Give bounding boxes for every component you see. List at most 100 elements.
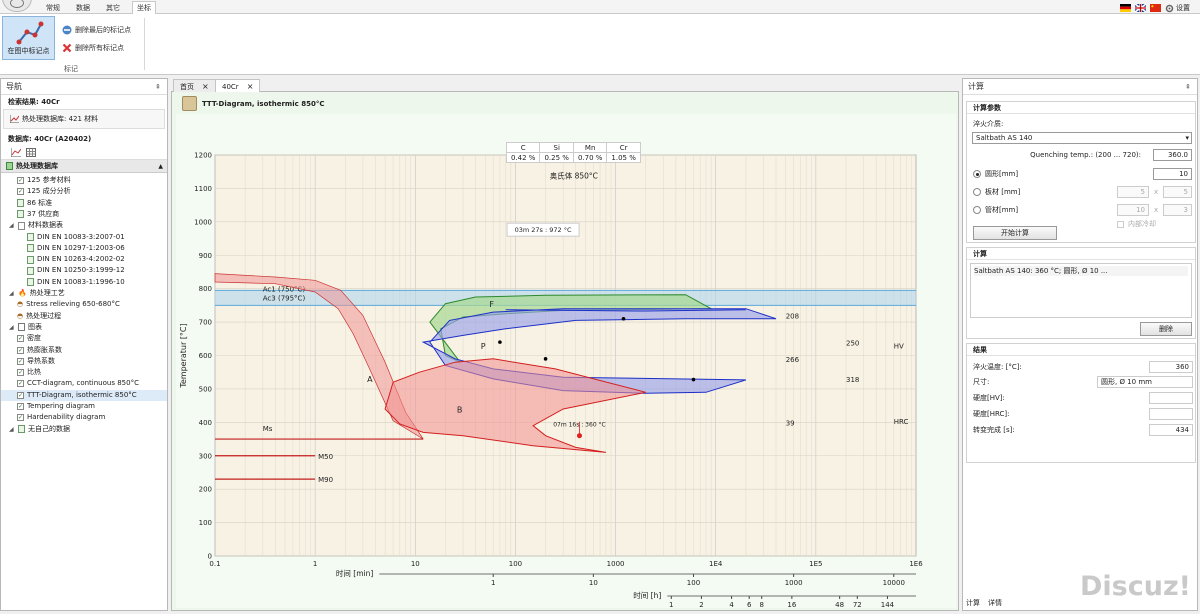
tab-40cr[interactable]: 40Cr ×: [215, 79, 261, 92]
tree-item[interactable]: ✓ TTT-Diagram, isothermic 850°C: [1, 389, 167, 401]
composition-element: Mn: [572, 142, 608, 153]
delete-last-mark-button[interactable]: 删除最后的标记点: [62, 23, 131, 37]
plate-a-input[interactable]: 5: [1117, 186, 1149, 198]
tree-item[interactable]: DIN EN 10250-3:1999-12: [1, 265, 167, 276]
tree-item[interactable]: ✓ Hardenability diagram: [1, 412, 167, 423]
tab-calculation[interactable]: 计算: [966, 598, 980, 608]
tree-item[interactable]: ✓ 导热系数: [1, 356, 167, 367]
expand-icon[interactable]: ◢: [9, 220, 15, 231]
checkbox-icon[interactable]: ✓: [17, 346, 24, 354]
tree-item[interactable]: ◢ 图表: [1, 322, 167, 333]
checkbox-icon[interactable]: ✓: [17, 391, 24, 399]
ttt-diagram[interactable]: 0100200300400500600700800900100011001200…: [176, 114, 956, 610]
x-tick-label: 1: [313, 560, 317, 568]
inner-cooling-option[interactable]: 内部冷却: [1117, 218, 1156, 230]
tree-item[interactable]: ◢ 材料数据表: [1, 220, 167, 231]
pin-icon[interactable]: ⇞: [1185, 79, 1191, 95]
y-tick-label: 600: [199, 352, 212, 360]
settings-link[interactable]: 设置: [1165, 3, 1190, 13]
tube-radio[interactable]: [973, 206, 981, 214]
pin-icon[interactable]: ⇞: [155, 79, 161, 95]
expand-icon[interactable]: ◢: [9, 322, 15, 333]
checkbox-icon[interactable]: ✓: [17, 335, 24, 343]
checkbox-icon[interactable]: ✓: [17, 357, 24, 365]
calc-bottom-tabs: 计算 详情: [966, 598, 1002, 608]
tube-b-input[interactable]: 3: [1163, 204, 1192, 216]
round-diameter-input[interactable]: 10: [1153, 168, 1192, 180]
application-button[interactable]: [2, 0, 32, 12]
tab-home[interactable]: 首页 ×: [173, 79, 216, 92]
nav-toolstrip: [1, 146, 167, 160]
tab-general[interactable]: 常规: [42, 2, 64, 14]
tree-item[interactable]: ✓ 125 参考材料: [1, 175, 167, 186]
collapse-icon[interactable]: ▲: [158, 163, 163, 170]
tree-header[interactable]: 热处理数据库 ▲: [1, 160, 167, 173]
tree-item[interactable]: ◓ Stress relieving 650-680°C: [1, 299, 167, 310]
inner-cooling-checkbox[interactable]: [1117, 220, 1124, 228]
checkbox-icon[interactable]: ✓: [17, 188, 24, 196]
expand-icon[interactable]: ◢: [9, 288, 15, 299]
tree-item[interactable]: DIN EN 10083-3:2007-01: [1, 232, 167, 243]
checkbox-icon[interactable]: ✓: [17, 414, 24, 422]
tree-item[interactable]: DIN EN 10263-4:2002-02: [1, 254, 167, 265]
document-icon: [17, 210, 24, 219]
plate-option[interactable]: 板材 [mm]: [973, 186, 1020, 198]
tube-a-input[interactable]: 10: [1117, 204, 1149, 216]
calc-list-item[interactable]: Saltbath AS 140: 360 °C; 圆形, Ø 10 ...: [974, 266, 1188, 276]
h-tick-label: 8: [759, 601, 763, 608]
round-radio[interactable]: [973, 170, 981, 178]
tree-item[interactable]: ◢ 🔥 热处理工艺: [1, 288, 167, 299]
quench-temp-input[interactable]: 360.0: [1153, 149, 1192, 161]
tree-item[interactable]: ◓ 热处理过程: [1, 311, 167, 322]
tree-item[interactable]: ✓ 比热: [1, 367, 167, 378]
tab-details[interactable]: 详情: [988, 598, 1002, 608]
heat-treatment-db-link[interactable]: 热处理数据库: 421 材料: [3, 109, 165, 129]
tab-data[interactable]: 数据: [72, 2, 94, 14]
tab-other[interactable]: 其它: [102, 2, 124, 14]
tree-item[interactable]: ✓ 热膨胀系数: [1, 345, 167, 356]
delete-all-marks-label: 删除所有标记点: [75, 44, 124, 52]
checkbox-icon[interactable]: ✓: [17, 380, 24, 388]
checkbox-icon[interactable]: ✓: [17, 369, 24, 377]
german-flag-icon[interactable]: [1120, 4, 1131, 12]
quench-medium-value: Saltbath AS 140: [976, 134, 1033, 142]
checkbox-icon[interactable]: ✓: [17, 177, 24, 184]
calc-list[interactable]: Saltbath AS 140: 360 °C; 圆形, Ø 10 ...: [970, 263, 1192, 318]
plate-radio[interactable]: [973, 188, 981, 196]
delete-all-marks-button[interactable]: 删除所有标记点: [62, 41, 124, 55]
close-icon[interactable]: ×: [202, 82, 209, 91]
start-calculation-button[interactable]: 开始计算: [973, 226, 1057, 240]
tube-option[interactable]: 管材[mm]: [973, 204, 1018, 216]
plate-b-input[interactable]: 5: [1163, 186, 1192, 198]
uk-flag-icon[interactable]: [1135, 4, 1146, 12]
chart-view-icon[interactable]: [11, 148, 21, 157]
composition-element: Cr: [606, 142, 641, 153]
expand-icon[interactable]: ◢: [9, 424, 15, 435]
mark-in-chart-button[interactable]: 在图中标记点: [2, 16, 55, 60]
checkbox-icon[interactable]: ✓: [17, 403, 24, 410]
quench-medium-select[interactable]: Saltbath AS 140 ▾: [972, 132, 1192, 144]
tree-item[interactable]: 37 供应商: [1, 209, 167, 220]
top-marker-label: 03m 27s : 972 °C: [515, 226, 572, 234]
tree-item[interactable]: ✓ 密度: [1, 333, 167, 344]
china-flag-icon[interactable]: [1150, 4, 1161, 12]
tree-item[interactable]: 86 标准: [1, 198, 167, 209]
min-tick-label: 100: [687, 579, 700, 587]
tree-item[interactable]: ✓ 125 成分分析: [1, 186, 167, 197]
tree-item[interactable]: ✓ Tempering diagram: [1, 401, 167, 412]
tree-item[interactable]: ◢ 无自己的数据: [1, 424, 167, 435]
y-tick-label: 800: [199, 285, 212, 293]
composition-value: 0.70 %: [572, 152, 608, 163]
tab-coordinates[interactable]: 坐标: [132, 1, 156, 15]
tree-item[interactable]: DIN EN 10297-1:2003-06: [1, 243, 167, 254]
tree-item[interactable]: ✓ CCT-diagram, continuous 850°C: [1, 378, 167, 389]
tree-item[interactable]: DIN EN 10083-1:1996-10: [1, 277, 167, 288]
region-label: F: [489, 300, 494, 309]
grid-view-icon[interactable]: [26, 148, 36, 157]
close-icon[interactable]: ×: [247, 82, 254, 91]
h-tick-label: 4: [729, 601, 734, 608]
region-label: B: [457, 405, 463, 414]
delete-calculation-button[interactable]: 删除: [1140, 322, 1192, 336]
round-option[interactable]: 圆形[mm]: [973, 168, 1018, 180]
bottom-marker-point[interactable]: [576, 433, 582, 439]
